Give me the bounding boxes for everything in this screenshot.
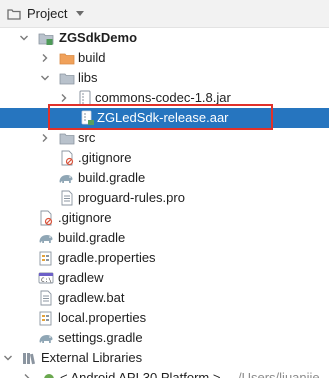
project-view-header: Project (0, 0, 329, 28)
orange-folder-icon (59, 53, 75, 65)
ignore-file-icon (40, 210, 53, 226)
tree-item-gitignore-root[interactable]: .gitignore (0, 208, 329, 228)
tree-item-external-libraries[interactable]: External Libraries (0, 348, 329, 368)
tree-item-build-gradle-module[interactable]: build.gradle (0, 168, 329, 188)
gradle-elephant-icon (39, 335, 53, 343)
tree-item-label: src (78, 130, 96, 145)
chevron-right-icon[interactable] (59, 93, 69, 103)
tree-item-label: gradlew.bat (58, 290, 125, 305)
android-icon (44, 374, 54, 378)
project-view-title[interactable]: Project (27, 6, 67, 21)
tree-item-zgsdkdemo[interactable]: ZGSdkDemo (0, 28, 329, 48)
libraries-icon (23, 353, 36, 365)
project-tree: ZGSdkDemo build libs commons-codec-1.8.j… (0, 28, 329, 378)
tree-item-build-gradle-root[interactable]: build.gradle (0, 228, 329, 248)
script-file-icon: C:\ (38, 272, 54, 284)
svg-text:C:\: C:\ (41, 277, 52, 284)
chevron-down-icon[interactable] (76, 11, 84, 16)
tree-item-proguard-rules[interactable]: proguard-rules.pro (0, 188, 329, 208)
tree-item-settings-gradle[interactable]: settings.gradle (0, 328, 329, 348)
tree-item-label: build.gradle (58, 230, 126, 245)
tree-item-src[interactable]: src (0, 128, 329, 148)
highlight-box (48, 104, 273, 130)
tree-item-gradlew[interactable]: C:\ gradlew (0, 268, 329, 288)
tree-item-label: build.gradle (78, 170, 146, 185)
tree-item-label: local.properties (58, 310, 147, 325)
project-folder-icon (7, 9, 21, 20)
tree-item-local-properties[interactable]: local.properties (0, 308, 329, 328)
tree-item-label: .gitignore (58, 210, 112, 225)
gradle-elephant-icon (59, 175, 73, 183)
chevron-right-icon[interactable] (40, 53, 50, 63)
ignore-file-icon (61, 150, 74, 166)
chevron-down-icon[interactable] (3, 353, 13, 363)
tree-item-label: ZGSdkDemo (59, 30, 138, 45)
properties-file-icon (39, 251, 52, 266)
tree-item-label: < Android API 30 Platform > (60, 370, 221, 378)
tree-item-label: build (78, 50, 106, 65)
chevron-right-icon[interactable] (40, 133, 50, 143)
tree-item-path: /Users/liuanjie (238, 370, 320, 378)
tree-item-label: gradle.properties (58, 250, 156, 265)
tree-item-label: External Libraries (41, 350, 143, 365)
tree-item-gradlew-bat[interactable]: gradlew.bat (0, 288, 329, 308)
chevron-down-icon[interactable] (19, 33, 29, 43)
text-file-icon (40, 290, 52, 306)
tree-item-label: proguard-rules.pro (78, 190, 185, 205)
tree-item-build[interactable]: build (0, 48, 329, 68)
chevron-right-icon[interactable] (22, 373, 32, 378)
tree-item-gitignore-module[interactable]: .gitignore (0, 148, 329, 168)
tree-item-libs[interactable]: libs (0, 68, 329, 88)
text-file-icon (61, 190, 73, 206)
tree-item-label: settings.gradle (58, 330, 143, 345)
tree-item-label: .gitignore (78, 150, 132, 165)
chevron-down-icon[interactable] (40, 73, 50, 83)
module-folder-icon (38, 33, 54, 45)
tree-item-android-api[interactable]: < Android API 30 Platform > /Users/liuan… (0, 368, 329, 378)
tree-item-label: libs (78, 70, 98, 85)
gradle-elephant-icon (39, 235, 53, 243)
properties-file-icon (39, 311, 52, 326)
tree-item-label: gradlew (58, 270, 104, 285)
folder-icon (59, 73, 75, 85)
tree-item-gradle-properties[interactable]: gradle.properties (0, 248, 329, 268)
folder-icon (59, 133, 75, 145)
